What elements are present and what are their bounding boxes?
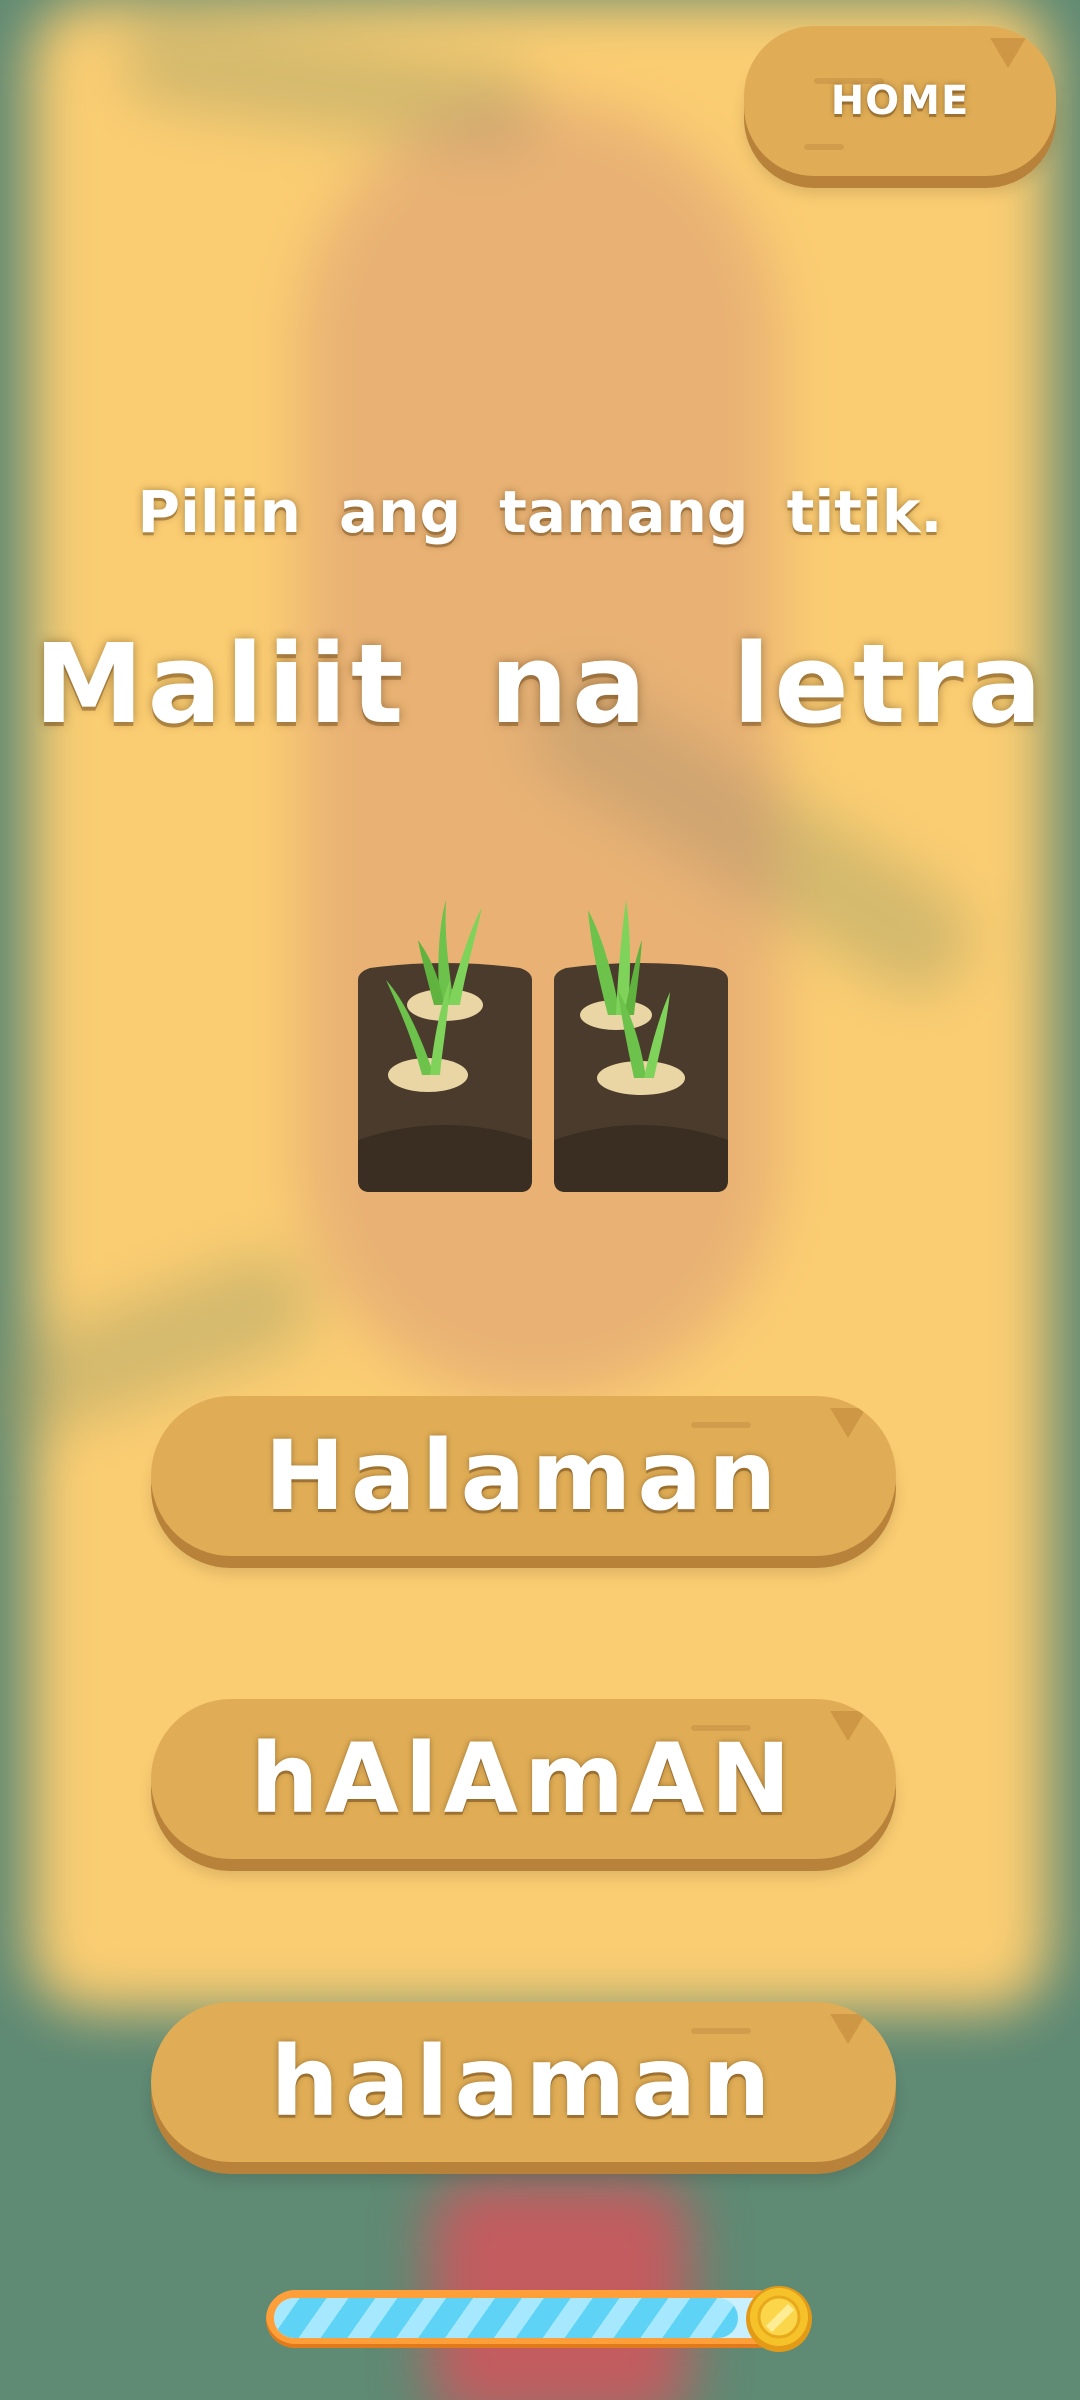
instruction-text: Piliin ang tamang titik.: [137, 478, 943, 546]
progress-bar: [266, 2290, 786, 2348]
answer-label-3: halaman: [270, 2026, 777, 2138]
coin-icon: [746, 2286, 812, 2352]
answer-button-2[interactable]: hAlAmAN: [151, 1699, 896, 1859]
answer-label-1: Halaman: [264, 1420, 783, 1532]
home-button[interactable]: HOME: [744, 26, 1056, 176]
progress-fill: [274, 2298, 738, 2338]
answer-button-1[interactable]: Halaman: [151, 1396, 896, 1556]
question-title: Maliit na letra: [34, 620, 1046, 748]
home-button-label: HOME: [830, 78, 970, 124]
green-onion-plants-icon: [358, 900, 728, 1192]
game-screen: HOME Piliin ang tamang titik. Maliit na …: [0, 0, 1080, 2400]
answer-label-2: hAlAmAN: [250, 1723, 797, 1835]
answer-button-3[interactable]: halaman: [151, 2002, 896, 2162]
progress-track: [274, 2298, 778, 2338]
